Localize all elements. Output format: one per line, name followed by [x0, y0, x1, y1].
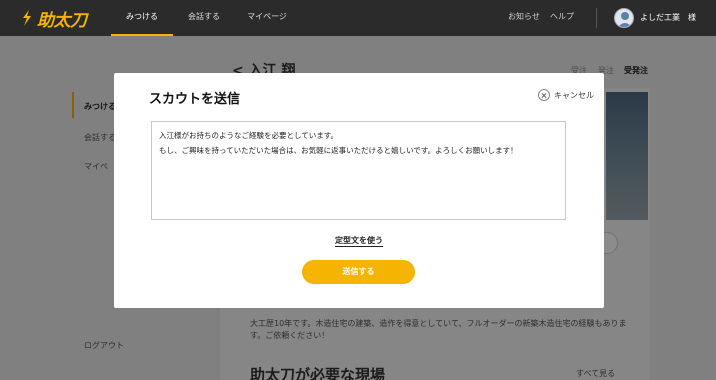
- logo[interactable]: 助太刀: [20, 8, 87, 31]
- close-icon: [538, 89, 550, 101]
- top-nav-bar: 助太刀 みつける 会話する マイページ お知らせ ヘルプ よしだ工業 様: [0, 0, 716, 36]
- nav-mypage[interactable]: マイページ: [240, 0, 294, 36]
- user-avatar[interactable]: [614, 8, 634, 28]
- help-link[interactable]: ヘルプ: [550, 0, 574, 36]
- user-avatar-icon: [618, 12, 632, 27]
- nav-divider: [596, 8, 597, 28]
- message-line: 入江様がお持ちのようなご経験を必要としています。: [159, 131, 339, 140]
- use-template-link[interactable]: 定型文を使う: [335, 236, 383, 247]
- notifications-link[interactable]: お知らせ: [508, 0, 540, 36]
- nav-chat[interactable]: 会話する: [178, 0, 230, 36]
- sword-logo-icon: [23, 10, 31, 26]
- logo-text: 助太刀: [37, 10, 87, 31]
- cancel-button[interactable]: キャンセル: [538, 89, 594, 101]
- user-name[interactable]: よしだ工業 様: [640, 0, 696, 36]
- scout-modal: スカウトを送信 キャンセル 入江様がお持ちのようなご経験を必要としています。 も…: [114, 73, 604, 308]
- send-button[interactable]: 送信する: [302, 260, 415, 284]
- message-textarea[interactable]: 入江様がお持ちのようなご経験を必要としています。 もし、ご興味を持っていただいた…: [151, 121, 566, 220]
- modal-title: スカウトを送信: [149, 92, 241, 107]
- nav-find[interactable]: みつける: [111, 0, 173, 36]
- message-line: もし、ご興味を持っていただいた場合は、お気軽に返事いただけると嬉しいです。よろし…: [159, 146, 518, 155]
- cancel-label: キャンセル: [554, 90, 594, 100]
